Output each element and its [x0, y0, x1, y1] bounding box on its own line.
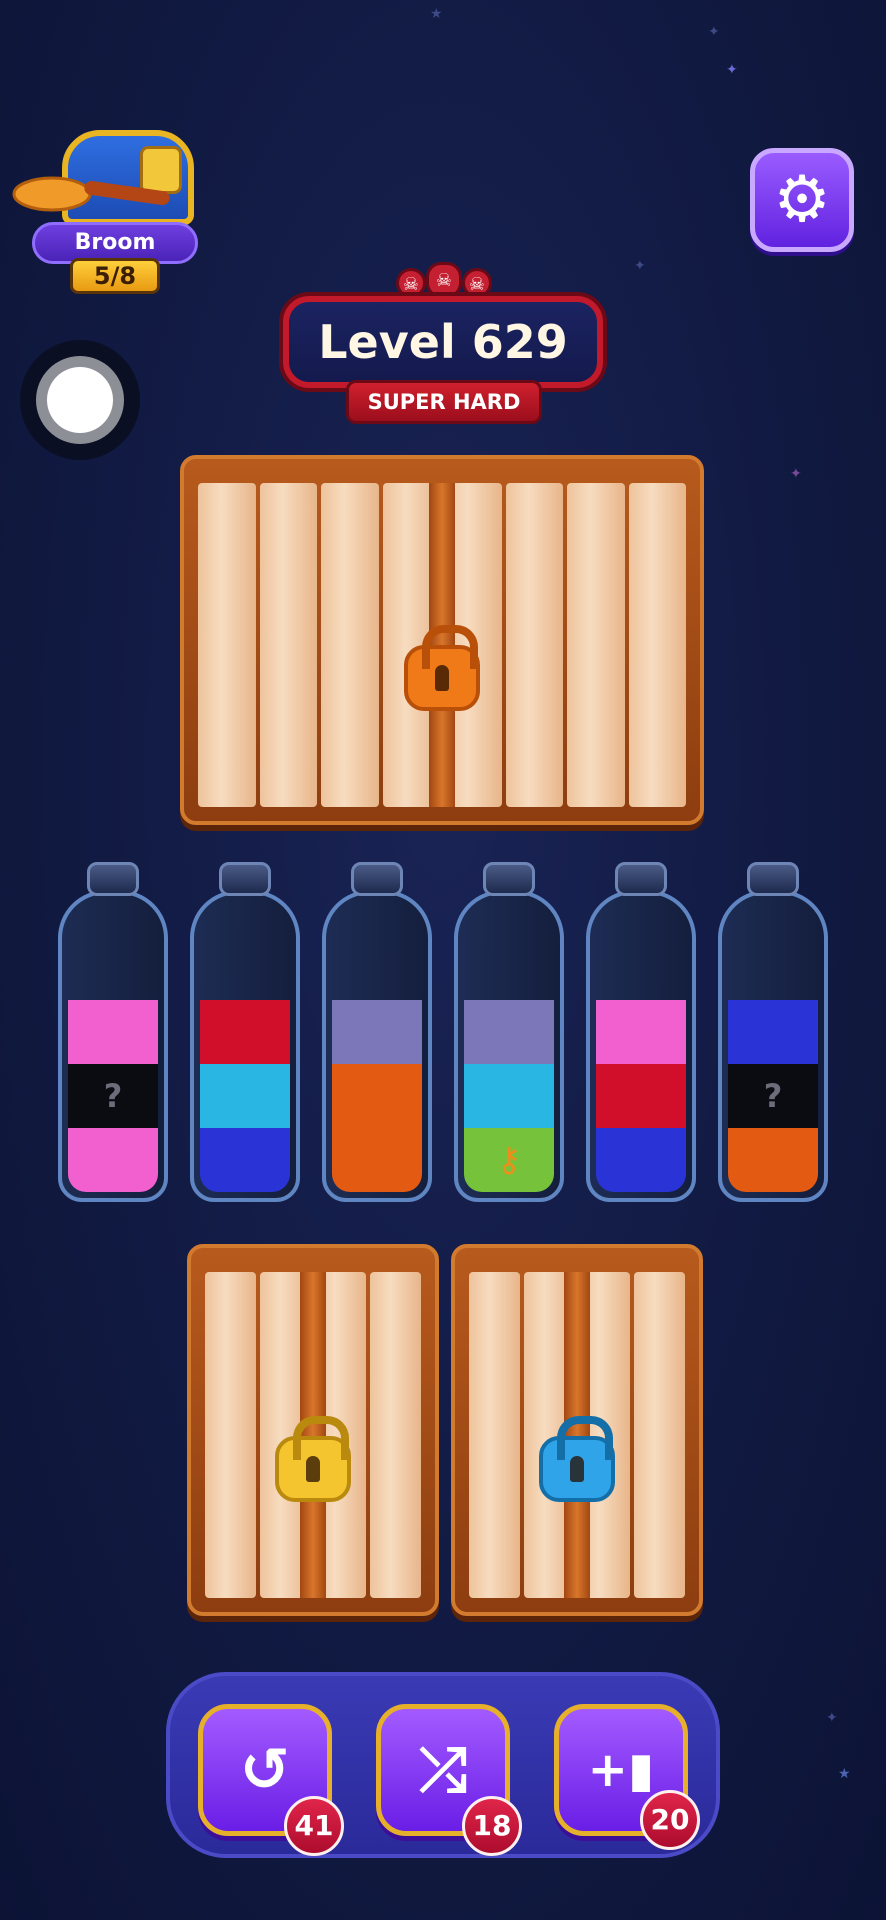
locked-crate-yellow[interactable]	[187, 1244, 439, 1616]
skull-icon: ☠	[462, 268, 492, 298]
shuffle-icon: ⤮	[419, 1735, 467, 1805]
bottle-glass	[190, 890, 300, 1202]
liquid-layer-blue	[200, 1128, 290, 1192]
bottle-3[interactable]	[322, 862, 432, 1202]
bottle-neck	[615, 862, 667, 896]
liquid-layers	[332, 1000, 422, 1192]
hidden-layer: ?	[68, 1064, 158, 1128]
bottle-2[interactable]	[190, 862, 300, 1202]
add-bottle-icon: +▮	[587, 1742, 655, 1798]
liquid-layer-orange	[728, 1128, 818, 1192]
liquid-layers: ?	[728, 1000, 818, 1192]
padlock-yellow-icon	[275, 1416, 351, 1502]
bottle-neck	[351, 862, 403, 896]
bottle-4[interactable]: ⚷	[454, 862, 564, 1202]
difficulty-badge: SUPER HARD	[346, 380, 542, 424]
bottle-5[interactable]	[586, 862, 696, 1202]
liquid-layer-orange	[332, 1064, 422, 1128]
bottle-neck	[219, 862, 271, 896]
record-ring	[36, 356, 124, 444]
liquid-layer-blue	[596, 1128, 686, 1192]
liquid-layer-pink	[68, 1000, 158, 1064]
skull-icon: ☠	[426, 262, 462, 298]
liquid-layers: ?	[68, 1000, 158, 1192]
broom-streak-widget[interactable]: Broom Streak 5/8	[12, 112, 208, 302]
liquid-layers: ⚷	[464, 1000, 554, 1192]
settings-button[interactable]: ⚙	[750, 148, 854, 252]
liquid-layer-pink	[596, 1000, 686, 1064]
bottle-neck	[483, 862, 535, 896]
broom-streak-progress: 5/8	[70, 258, 160, 294]
locked-crate-orange[interactable]	[180, 455, 704, 825]
liquid-layer-cyan	[200, 1064, 290, 1128]
record-dot-icon	[47, 367, 113, 433]
bottle-neck	[747, 862, 799, 896]
key-icon: ⚷	[496, 1140, 522, 1180]
padlock-orange-icon	[404, 625, 480, 711]
bottle-6[interactable]: ?	[718, 862, 828, 1202]
liquid-layer-orange	[332, 1128, 422, 1192]
skull-icon: ☠	[396, 268, 426, 298]
gear-icon: ⚙	[773, 163, 831, 237]
locked-crate-blue[interactable]	[451, 1244, 703, 1616]
level-title: Level 629	[283, 296, 603, 388]
liquid-layer-pink	[68, 1128, 158, 1192]
add-bottle-count-badge: 20	[640, 1790, 700, 1850]
undo-icon: ↺	[239, 1735, 291, 1805]
liquid-layer-blue	[728, 1000, 818, 1064]
padlock-blue-icon	[539, 1416, 615, 1502]
bottle-neck	[87, 862, 139, 896]
bottle-1[interactable]: ?	[58, 862, 168, 1202]
bottle-glass: ?	[58, 890, 168, 1202]
bottle-glass	[586, 890, 696, 1202]
broom-icon	[12, 176, 170, 212]
bottle-glass: ?	[718, 890, 828, 1202]
liquid-layer-cyan	[464, 1064, 554, 1128]
bottle-glass	[322, 890, 432, 1202]
shuffle-count-badge: 18	[462, 1796, 522, 1856]
liquid-layers	[200, 1000, 290, 1192]
bottle-glass: ⚷	[454, 890, 564, 1202]
liquid-layer-red	[596, 1064, 686, 1128]
record-button[interactable]	[20, 340, 140, 460]
liquid-layer-green: ⚷	[464, 1128, 554, 1192]
liquid-layer-lavender	[332, 1000, 422, 1064]
liquid-layer-red	[200, 1000, 290, 1064]
hidden-layer: ?	[728, 1064, 818, 1128]
liquid-layer-lavender	[464, 1000, 554, 1064]
liquid-layers	[596, 1000, 686, 1192]
undo-count-badge: 41	[284, 1796, 344, 1856]
